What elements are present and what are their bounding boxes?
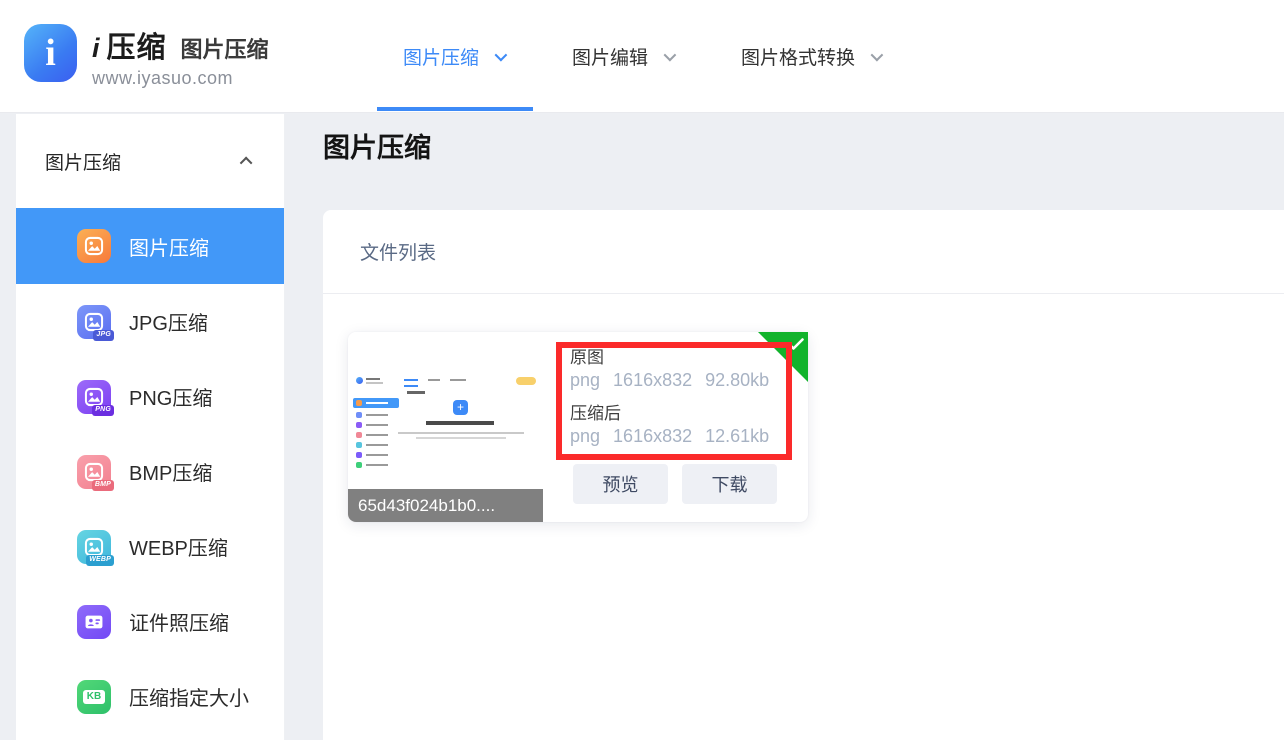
- sidebar-item-webp-compress[interactable]: WEBP WEBP压缩: [16, 509, 284, 584]
- id-card-icon: [77, 605, 111, 639]
- success-corner-badge: [758, 332, 808, 382]
- file-info: 原图 png1616x83292.80kb 压缩后 png1616x83212.…: [570, 346, 782, 458]
- sidebar-item-label: 图片压缩: [129, 232, 209, 261]
- chevron-down-icon: [871, 48, 884, 61]
- nav-tab-format-convert[interactable]: 图片格式转换: [741, 43, 880, 70]
- original-dimensions: 1616x832: [613, 370, 692, 390]
- page-title: 图片压缩: [323, 126, 431, 165]
- sidebar-item-image-compress[interactable]: 图片压缩: [16, 208, 284, 284]
- sidebar-item-label: WEBP压缩: [129, 532, 228, 561]
- nav-tab-image-compress[interactable]: 图片压缩: [403, 43, 504, 70]
- format-badge: BMP: [92, 480, 114, 490]
- format-badge: JPG: [93, 330, 114, 340]
- active-tab-underline: [377, 107, 533, 111]
- download-button[interactable]: 下载: [682, 464, 777, 504]
- top-nav: 图片压缩 图片编辑 图片格式转换: [403, 0, 948, 112]
- original-format: png: [570, 370, 600, 390]
- sidebar-menu: 图片压缩 JPG JPG压缩 PNG PNG压缩 BMP BMP压缩: [16, 208, 284, 734]
- compressed-label: 压缩后: [570, 402, 782, 425]
- panel-title: 文件列表: [360, 238, 436, 265]
- file-list-panel: 文件列表 +: [323, 210, 1284, 740]
- nav-tab-label: 图片压缩: [403, 43, 479, 70]
- original-label: 原图: [570, 346, 782, 369]
- photo-icon: BMP: [77, 455, 111, 489]
- brand-tagline: 图片压缩: [181, 32, 269, 64]
- sidebar-item-png-compress[interactable]: PNG PNG压缩: [16, 359, 284, 434]
- brand-name: 压缩: [107, 24, 167, 66]
- thumbnail-preview: +: [350, 374, 541, 474]
- compressed-format: png: [570, 426, 600, 446]
- sidebar-group-title: 图片压缩: [45, 148, 121, 175]
- sidebar-item-label: 证件照压缩: [129, 607, 229, 636]
- file-card: + 65d43f024b1b0.... 原图 png1616x83292.80k…: [348, 332, 808, 522]
- logo-letter: i: [45, 34, 56, 72]
- photo-icon: PNG: [77, 380, 111, 414]
- sidebar-group-header[interactable]: 图片压缩: [16, 114, 284, 208]
- photo-icon: WEBP: [77, 530, 111, 564]
- brand-i: i: [92, 33, 100, 64]
- logo[interactable]: i i 压缩 图片压缩 www.iyasuo.com: [24, 24, 269, 89]
- chevron-down-icon: [495, 48, 508, 61]
- photo-icon: JPG: [77, 305, 111, 339]
- chevron-down-icon: [664, 48, 677, 61]
- sidebar-item-id-photo-compress[interactable]: 证件照压缩: [16, 584, 284, 659]
- check-icon: [788, 338, 804, 351]
- photo-icon: [77, 229, 111, 263]
- sidebar-item-label: BMP压缩: [129, 457, 212, 486]
- panel-body: + 65d43f024b1b0.... 原图 png1616x83292.80k…: [323, 332, 1284, 522]
- nav-tab-image-edit[interactable]: 图片编辑: [572, 43, 673, 70]
- brand-text: i 压缩 图片压缩 www.iyasuo.com: [92, 24, 269, 89]
- format-badge: PNG: [92, 405, 114, 415]
- original-info: png1616x83292.80kb: [570, 369, 782, 392]
- nav-tab-label: 图片编辑: [572, 43, 648, 70]
- file-name: 65d43f024b1b0....: [348, 489, 543, 522]
- brand-domain: www.iyasuo.com: [92, 68, 269, 89]
- logo-icon: i: [24, 24, 77, 82]
- kb-badge: KB: [83, 690, 105, 704]
- sidebar-item-compress-to-size[interactable]: KB 压缩指定大小: [16, 659, 284, 734]
- sidebar-item-label: PNG压缩: [129, 382, 212, 411]
- kb-folder-icon: KB: [77, 680, 111, 714]
- preview-button[interactable]: 预览: [573, 464, 668, 504]
- chevron-up-icon: [240, 156, 253, 169]
- sidebar-item-bmp-compress[interactable]: BMP BMP压缩: [16, 434, 284, 509]
- sidebar-item-label: JPG压缩: [129, 307, 208, 336]
- compressed-size: 12.61kb: [705, 426, 769, 446]
- compressed-dimensions: 1616x832: [613, 426, 692, 446]
- panel-header: 文件列表: [323, 210, 1284, 294]
- site-header: i i 压缩 图片压缩 www.iyasuo.com 图片压缩 图片编辑 图片格…: [0, 0, 1284, 113]
- sidebar: 图片压缩 图片压缩 JPG JPG压缩 PNG PNG压缩: [16, 114, 285, 740]
- sidebar-item-label: 压缩指定大小: [129, 682, 249, 711]
- compressed-info: png 1616x832 12.61kb: [570, 425, 782, 448]
- format-badge: WEBP: [86, 555, 114, 565]
- sidebar-item-jpg-compress[interactable]: JPG JPG压缩: [16, 284, 284, 359]
- nav-tab-label: 图片格式转换: [741, 43, 855, 70]
- file-thumbnail[interactable]: + 65d43f024b1b0....: [348, 332, 543, 522]
